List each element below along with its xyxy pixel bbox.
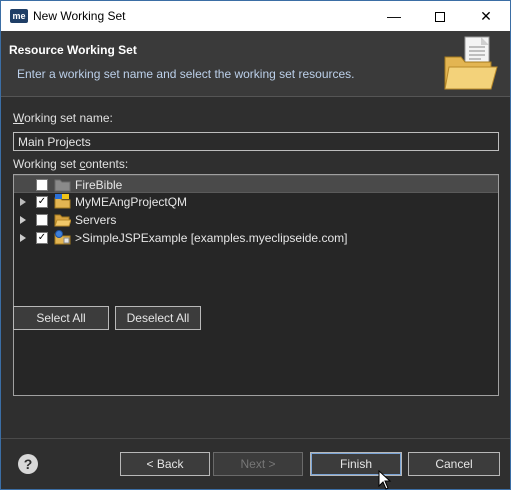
tree-row-simplejspexample[interactable]: ✓ >SimpleJSPExample [examples.myeclipsei… xyxy=(14,229,498,247)
minimize-button[interactable]: — xyxy=(371,1,417,31)
title-bar: me New Working Set — ✕ xyxy=(1,1,510,31)
mouse-pointer-icon xyxy=(378,470,392,490)
app-logo-icon: me xyxy=(10,9,28,23)
new-working-set-dialog: me New Working Set — ✕ Resource Working … xyxy=(0,0,511,490)
wizard-title: Resource Working Set xyxy=(9,43,137,57)
checkbox-firebible[interactable] xyxy=(36,179,48,191)
cancel-button[interactable]: Cancel xyxy=(408,452,500,476)
close-button[interactable]: ✕ xyxy=(463,1,509,31)
help-icon[interactable]: ? xyxy=(18,454,38,474)
tree-row-firebible[interactable]: FireBible xyxy=(14,175,498,193)
web-project-folder-icon xyxy=(54,230,71,245)
tree-row-label: >SimpleJSPExample [examples.myeclipseide… xyxy=(75,231,348,245)
tree-row-servers[interactable]: Servers xyxy=(14,211,498,229)
working-set-contents-tree[interactable]: FireBible ✓ MyMEAngProjectQM Servers ✓ >… xyxy=(13,174,499,396)
next-button[interactable]: Next > xyxy=(213,452,303,476)
tree-row-label: MyMEAngProjectQM xyxy=(75,195,188,209)
window-title: New Working Set xyxy=(33,9,126,23)
expand-arrow-icon[interactable] xyxy=(20,234,26,242)
expand-arrow-icon[interactable] xyxy=(20,216,26,224)
checkbox-servers[interactable] xyxy=(36,214,48,226)
tree-row-mymeangprojectqm[interactable]: ✓ MyMEAngProjectQM xyxy=(14,193,498,211)
deselect-all-button[interactable]: Deselect All xyxy=(115,306,201,330)
maximize-icon xyxy=(435,12,445,23)
folder-document-icon xyxy=(444,36,498,90)
angular-project-folder-icon xyxy=(54,194,71,209)
working-set-name-label: Working set name: xyxy=(13,111,113,125)
expand-arrow-icon[interactable] xyxy=(20,198,26,206)
open-folder-icon xyxy=(54,214,71,227)
footer-separator xyxy=(1,438,510,439)
tree-row-label: FireBible xyxy=(75,178,123,192)
wizard-description: Enter a working set name and select the … xyxy=(17,67,355,81)
checkbox-mymeangprojectqm[interactable]: ✓ xyxy=(36,196,48,208)
tree-row-label: Servers xyxy=(75,213,117,227)
working-set-contents-label: Working set contents: xyxy=(13,157,129,171)
wizard-header: Resource Working Set Enter a working set… xyxy=(1,31,510,97)
back-button[interactable]: < Back xyxy=(120,452,210,476)
closed-project-folder-icon xyxy=(54,179,71,192)
maximize-button[interactable] xyxy=(417,1,463,31)
checkbox-simplejspexample[interactable]: ✓ xyxy=(36,232,48,244)
working-set-name-input[interactable] xyxy=(13,132,499,151)
select-all-button[interactable]: Select All xyxy=(13,306,109,330)
